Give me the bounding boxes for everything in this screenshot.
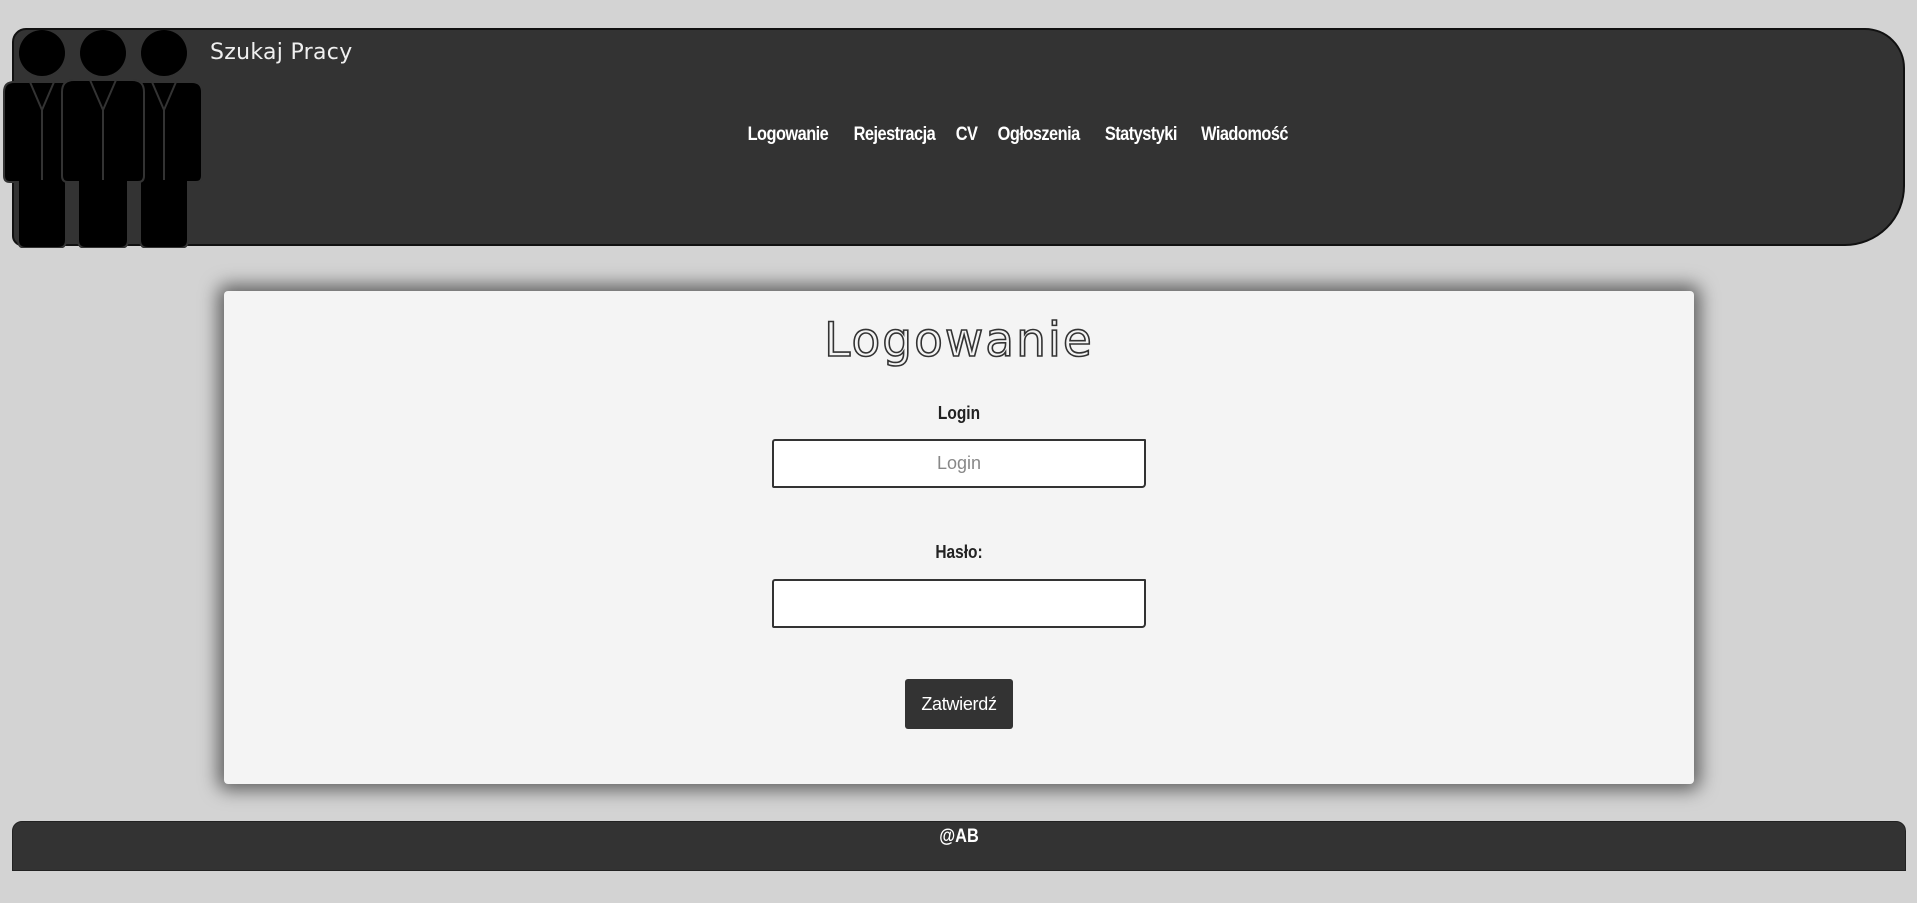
password-input[interactable] (772, 579, 1146, 628)
site-footer: @AB (12, 821, 1906, 871)
footer-text: @AB (939, 826, 979, 847)
password-label: Hasło: (935, 542, 983, 562)
nav-item-ogloszenia[interactable]: Ogłoszenia (998, 124, 1081, 146)
page-title: Logowanie (823, 312, 1094, 369)
login-label: Login (937, 403, 981, 423)
login-input[interactable] (772, 439, 1146, 488)
submit-button[interactable]: Zatwierdź (905, 679, 1013, 729)
login-card: Logowanie Login Hasło: Zatwierdź (224, 291, 1694, 784)
nav-item-rejestracja[interactable]: Rejestracja (854, 124, 936, 146)
nav-item-cv[interactable]: CV (956, 124, 978, 146)
nav-item-logowanie[interactable]: Logowanie (748, 124, 829, 146)
main-nav: Logowanie Rejestracja CV Ogłoszenia Stat… (0, 124, 1917, 146)
site-title: Szukaj Pracy (210, 40, 353, 65)
nav-item-statystyki[interactable]: Statystyki (1105, 124, 1178, 146)
nav-item-wiadomosc[interactable]: Wiadomość (1202, 124, 1289, 146)
